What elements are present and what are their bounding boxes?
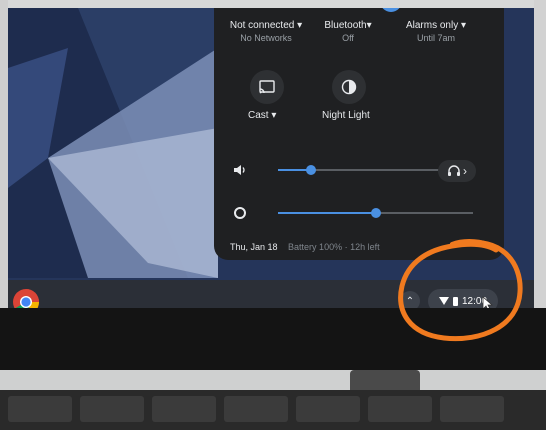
laptop-base xyxy=(0,370,546,390)
wifi-icon xyxy=(438,297,449,305)
bluetooth-substatus: Off xyxy=(342,33,354,43)
function-key-row xyxy=(0,396,546,430)
brightness-slider-thumb[interactable] xyxy=(370,208,381,218)
notifications-status: Alarms only ▾ xyxy=(405,20,467,31)
date-text: Thu, Jan 18 xyxy=(230,242,278,252)
cast-button[interactable] xyxy=(250,70,284,104)
headphones-icon xyxy=(448,165,460,176)
screen: Not connected ▾ No Networks Bluetooth▾ O… xyxy=(8,8,534,308)
key xyxy=(152,396,216,422)
night-light-button[interactable] xyxy=(332,70,366,104)
shelf: ⌃ 12:00 xyxy=(8,280,534,308)
battery-status: Battery 100% · 12h left xyxy=(288,242,380,252)
chevron-icon: ⌃ xyxy=(405,295,415,307)
night-light-label: Night Light xyxy=(322,110,370,121)
tray-overflow-button[interactable]: ⌃ xyxy=(400,291,420,308)
quick-settings-panel: Not connected ▾ No Networks Bluetooth▾ O… xyxy=(214,8,504,260)
night-light-icon xyxy=(341,79,357,95)
laptop-hinge xyxy=(350,370,420,390)
brightness-slider[interactable] xyxy=(278,208,473,218)
screen-bezel-bottom xyxy=(0,308,546,370)
status-footer: Thu, Jan 18 Battery 100% · 12h left xyxy=(230,242,380,252)
key xyxy=(440,396,504,422)
battery-icon xyxy=(452,296,458,306)
cast-icon xyxy=(259,80,275,94)
volume-slider-thumb[interactable] xyxy=(306,165,317,175)
wifi-substatus: No Networks xyxy=(240,33,292,43)
bluetooth-tile[interactable]: Bluetooth▾ Off xyxy=(318,20,378,43)
audio-settings-button[interactable]: › xyxy=(438,160,476,182)
key xyxy=(8,396,72,422)
speaker-icon[interactable] xyxy=(230,160,250,180)
notifications-substatus: Until 7am xyxy=(416,33,455,43)
notifications-tile[interactable]: Alarms only ▾ Until 7am xyxy=(394,20,478,43)
key xyxy=(368,396,432,422)
laptop-bezel-right xyxy=(534,0,546,340)
chevron-right-icon: › xyxy=(463,164,467,178)
wifi-status: Not connected ▾ xyxy=(229,20,303,31)
key xyxy=(224,396,288,422)
feature-toggle-indicator xyxy=(380,8,402,12)
brightness-icon xyxy=(230,203,250,223)
laptop-bezel-top xyxy=(0,0,546,8)
key xyxy=(296,396,360,422)
chrome-icon[interactable] xyxy=(12,288,40,308)
key xyxy=(80,396,144,422)
laptop-bezel-left xyxy=(0,0,8,340)
brightness-slider-fill xyxy=(278,212,376,214)
bluetooth-status: Bluetooth▾ xyxy=(324,20,372,31)
wifi-tile[interactable]: Not connected ▾ No Networks xyxy=(226,20,306,43)
brightness-slider-row xyxy=(230,203,480,223)
cast-label: Cast ▾ xyxy=(248,110,277,121)
